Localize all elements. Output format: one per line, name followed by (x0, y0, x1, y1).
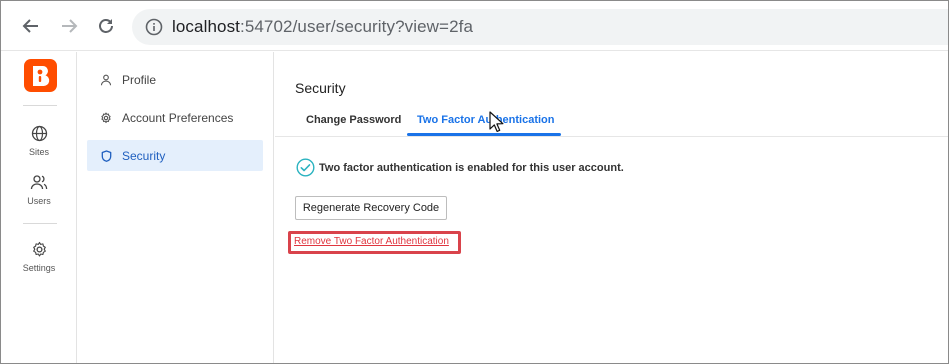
tab-change-password[interactable]: Change Password (306, 114, 401, 126)
person-icon (99, 73, 113, 87)
sidebar-item-profile[interactable]: Profile (87, 64, 263, 95)
app-window: localhost:54702/user/security?view=2fa S… (0, 0, 949, 364)
url-path: :54702/user/security?view=2fa (240, 17, 474, 36)
url-text: localhost:54702/user/security?view=2fa (172, 17, 473, 37)
tab-two-factor-authentication[interactable]: Two Factor Authentication (417, 114, 555, 126)
main-content: Security Change Password Two Factor Auth… (275, 52, 948, 363)
gear-icon (32, 241, 46, 256)
regenerate-recovery-code-button[interactable]: Regenerate Recovery Code (295, 196, 447, 220)
url-host: localhost (172, 17, 240, 36)
sidebar-item-label: Security (122, 148, 166, 163)
users-icon (30, 174, 48, 189)
sidebar-item-account-preferences[interactable]: Account Preferences (87, 102, 263, 133)
logo-icon (32, 65, 49, 86)
forward-button[interactable] (56, 13, 82, 39)
rail-divider (23, 105, 57, 106)
arrow-right-icon (62, 19, 78, 33)
sidebar-item-label: Account Preferences (122, 110, 234, 125)
rail-label-sites: Sites (28, 147, 49, 157)
status-text: Two factor authentication is enabled for… (319, 161, 624, 174)
rail-label-settings: Settings (22, 263, 56, 273)
arrow-left-icon (22, 19, 38, 33)
brand-logo[interactable] (24, 59, 57, 92)
app-rail: Sites Users Settings (1, 52, 77, 363)
back-button[interactable] (18, 13, 44, 39)
sidebar-item-label: Profile (122, 72, 157, 87)
globe-icon (31, 125, 47, 141)
browser-toolbar: localhost:54702/user/security?view=2fa (1, 1, 948, 51)
rail-item-sites[interactable]: Sites (1, 122, 77, 157)
rail-item-users[interactable]: Users (1, 171, 77, 206)
rail-item-settings[interactable]: Settings (1, 238, 77, 273)
reload-button[interactable] (93, 13, 119, 39)
shield-icon (99, 149, 113, 163)
gear-icon (99, 111, 113, 125)
remove-two-factor-link[interactable]: Remove Two Factor Authentication (294, 236, 449, 247)
page-title: Security (295, 80, 346, 96)
status-message: Two factor authentication is enabled for… (296, 158, 624, 177)
address-bar[interactable]: localhost:54702/user/security?view=2fa (132, 9, 948, 45)
sidebar-item-security[interactable]: Security (87, 140, 263, 171)
check-circle-icon (296, 158, 315, 177)
rail-divider (23, 223, 57, 224)
rail-label-users: Users (27, 196, 51, 206)
settings-sidebar: Profile Account Preferences Security (78, 52, 274, 363)
tab-bar: Change Password Two Factor Authenticatio… (275, 110, 948, 137)
info-icon[interactable] (144, 17, 164, 37)
reload-icon (99, 19, 113, 33)
active-tab-indicator (407, 133, 561, 136)
